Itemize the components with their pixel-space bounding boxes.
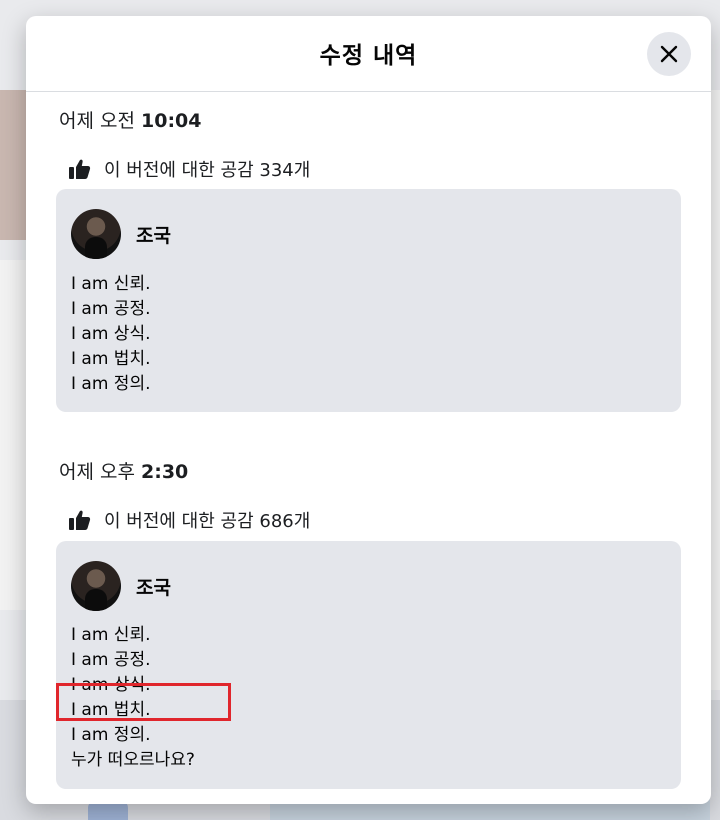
dialog-header: 수정 내역 — [26, 16, 711, 92]
avatar[interactable] — [71, 209, 121, 259]
version-likes: 이 버전에 대한 공감 686개 — [68, 507, 310, 533]
background-page-panel — [0, 260, 26, 610]
background-page-panel-right — [710, 90, 720, 690]
timestamp-time: 2:30 — [141, 461, 189, 483]
version-timestamp: 어제 오후 2:30 — [59, 457, 188, 484]
post-line: I am 정의. — [71, 725, 151, 745]
post-text: I am 신뢰. I am 공정. I am 상식. I am 법치. I am… — [71, 623, 195, 773]
author-name[interactable]: 조국 — [136, 573, 171, 600]
dialog-title: 수정 내역 — [319, 43, 418, 69]
thumbs-up-icon — [69, 510, 91, 530]
background-page-image — [0, 90, 26, 240]
avatar[interactable] — [71, 561, 121, 611]
author-name[interactable]: 조국 — [136, 221, 171, 248]
post-preview-card: 조국 I am 신뢰. I am 공정. I am 상식. I am 법치. I… — [56, 189, 681, 412]
close-icon — [660, 45, 678, 63]
post-preview-card: 조국 I am 신뢰. I am 공정. I am 상식. I am 법치. I… — [56, 541, 681, 789]
dialog-body[interactable]: 어제 오전 10:04 이 버전에 대한 공감 334개 조국 I am 신뢰.… — [26, 92, 711, 804]
post-line: I am 공정. — [71, 650, 151, 670]
likes-count-text: 이 버전에 대한 공감 686개 — [104, 511, 311, 532]
post-author: 조국 — [71, 209, 171, 259]
post-line: I am 상식. — [71, 324, 151, 344]
edit-history-dialog: 수정 내역 어제 오전 10:04 이 버전에 대한 공감 334개 조국 I … — [26, 16, 711, 804]
post-line: I am 정의. — [71, 374, 151, 394]
thumbs-up-icon — [69, 159, 91, 179]
timestamp-time: 10:04 — [141, 110, 202, 132]
timestamp-date: 어제 오전 — [59, 110, 135, 132]
timestamp-date: 어제 오후 — [59, 461, 135, 483]
version-timestamp: 어제 오전 10:04 — [59, 106, 202, 133]
likes-count-text: 이 버전에 대한 공감 334개 — [104, 160, 311, 181]
post-line: 누가 떠오르나요? — [71, 750, 195, 770]
post-text: I am 신뢰. I am 공정. I am 상식. I am 법치. I am… — [71, 272, 150, 397]
post-line: I am 법치. — [71, 700, 151, 720]
post-line: I am 공정. — [71, 299, 151, 319]
close-button[interactable] — [647, 32, 691, 76]
version-likes: 이 버전에 대한 공감 334개 — [68, 156, 310, 182]
post-line: I am 상식. — [71, 675, 151, 695]
post-author: 조국 — [71, 561, 171, 611]
post-line: I am 법치. — [71, 349, 151, 369]
post-line: I am 신뢰. — [71, 625, 151, 645]
post-line: I am 신뢰. — [71, 274, 151, 294]
